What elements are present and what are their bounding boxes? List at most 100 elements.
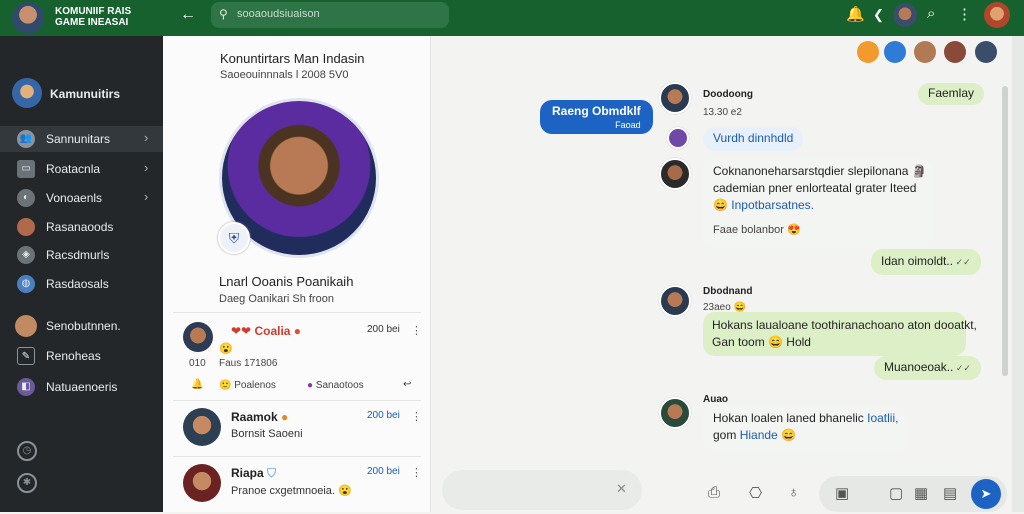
share-icon[interactable]: ❮ xyxy=(873,7,884,23)
message-text: Hokan loalen laned bhanelic Ioatlii, xyxy=(713,410,898,427)
message-text: Hokans laualoane toothiranachoano aton d… xyxy=(712,318,977,332)
more-icon[interactable]: ⋮ xyxy=(411,466,422,479)
message-bubble[interactable]: Muanoeoak.. ✓✓ xyxy=(874,356,981,380)
bell-icon[interactable]: 🔔 xyxy=(846,5,865,23)
camera-icon[interactable]: ⎔ xyxy=(749,484,762,502)
message-sender: Doodoong xyxy=(703,89,753,100)
conversation-name-text: Riapa xyxy=(231,466,264,480)
reply-icon[interactable]: ↩ xyxy=(403,379,411,390)
message-time: Faoad xyxy=(615,120,641,130)
send-button[interactable]: ➤ xyxy=(971,479,1001,509)
conversation-item[interactable]: Riapa ⛉ 200 bei ⋮ Pranoe cxgetmnoeia. 😮 xyxy=(183,464,423,514)
avatar-icon xyxy=(15,315,37,337)
message-bubble[interactable]: Hokans laualoane toothiranachoano aton d… xyxy=(703,312,977,356)
verified-icon: ⛉ xyxy=(263,466,277,480)
sidebar-item-1[interactable]: ▭ Roatacnla › xyxy=(0,156,163,182)
sidebar-item-8[interactable]: ◧ Natuaenoeris xyxy=(0,374,163,400)
avatar xyxy=(183,464,221,502)
brand-title-line2: GAME INEASAI xyxy=(55,17,129,28)
message-bubble[interactable]: Idan oimoldt.. ✓✓ xyxy=(871,249,981,275)
message-text: Muanoeoak.. xyxy=(884,360,954,374)
message-text: Idan oimoldt.. xyxy=(881,254,954,268)
microphone-icon[interactable]: ♁ xyxy=(788,484,799,501)
close-icon[interactable]: ✕ xyxy=(616,481,627,497)
reaction-icon[interactable] xyxy=(667,127,689,149)
message-sender: Auao xyxy=(703,394,728,405)
people-icon: 👥 xyxy=(17,130,35,148)
message-bubble[interactable]: Hokan loalen laned bhanelic Ioatlii, gom… xyxy=(703,406,908,452)
game-badge-icon[interactable]: ⛨ xyxy=(218,222,250,254)
message-text: Gan toom 😄 Hold xyxy=(712,335,811,349)
attach-icon[interactable]: ⎙ xyxy=(708,484,720,501)
scrollbar[interactable] xyxy=(1002,86,1008,376)
more-icon[interactable]: ⋮ xyxy=(411,410,422,423)
sidebar-item-2[interactable]: ◐ Vonoaenls › xyxy=(0,185,163,211)
message-bubble[interactable]: Raeng Obmdklf Faoad xyxy=(540,100,653,134)
image-icon[interactable]: ▦ xyxy=(914,484,928,502)
emoji-icon: 🙂 xyxy=(219,380,235,391)
conversation-name: Raamok ● xyxy=(231,410,288,424)
more-icon[interactable]: ⋮ xyxy=(957,5,972,23)
header-avatar-5[interactable] xyxy=(975,41,997,63)
share-button[interactable]: ● Sanaotoos xyxy=(307,380,364,391)
conversation-preview: 😮 xyxy=(219,343,233,355)
chevron-right-icon: › xyxy=(144,130,149,145)
message-bubble[interactable]: Vurdh dinnhdld xyxy=(703,127,804,151)
message-bubble[interactable]: Faemlay xyxy=(918,83,985,105)
read-check-icon: ✓✓ xyxy=(953,363,971,373)
message-input[interactable]: ✕ xyxy=(442,470,642,510)
read-check-icon: ✓✓ xyxy=(953,257,971,267)
emoji-icon: 😄 xyxy=(777,428,796,442)
settings-icon[interactable]: ✱ xyxy=(17,473,37,493)
message-bubble[interactable]: Coknanoneharsarstqdier slepilonana 🗿 cad… xyxy=(703,158,933,248)
page-subtitle: Saoeouinnnals l 2008 5V0 xyxy=(220,69,349,81)
message-time: 13.30 e2 xyxy=(703,107,742,118)
avatar[interactable] xyxy=(659,285,691,317)
header-avatar-3[interactable] xyxy=(914,41,936,63)
conversation-item[interactable]: Raamok ● 200 bei ⋮ Bornsit Saoeni xyxy=(183,408,423,458)
search-icon[interactable]: ⌕ xyxy=(927,5,935,22)
sidebar-item-7[interactable]: ✎ Renoheas xyxy=(0,343,163,369)
calendar-icon[interactable]: ▤ xyxy=(943,484,957,502)
sidebar-item-6[interactable]: Senobutnnen. xyxy=(0,313,163,339)
message-text: cademian pner enlorteatal grater Iteed xyxy=(713,181,917,195)
avatar[interactable] xyxy=(659,397,691,429)
message-link[interactable]: Ioatlii, xyxy=(867,411,898,425)
chevron-right-icon: › xyxy=(144,189,149,204)
sidebar-item-0[interactable]: 👥 Sannunitars › xyxy=(0,126,163,152)
profile-avatar[interactable] xyxy=(984,2,1010,28)
avatar[interactable] xyxy=(659,158,691,190)
user-avatar[interactable] xyxy=(893,3,917,27)
profile-name: Lnarl Ooanis Poanikaih xyxy=(219,274,354,289)
gif-icon[interactable]: ▣ xyxy=(835,484,849,502)
bell-icon[interactable]: 🔔 xyxy=(191,379,203,390)
conversation-meta: Faus 171806 xyxy=(219,358,278,369)
sidebar-item-label: Renoheas xyxy=(46,349,101,363)
more-icon[interactable]: ⋮ xyxy=(411,324,422,337)
message-text: Vurdh dinnhdld xyxy=(713,131,794,145)
divider xyxy=(173,312,421,313)
back-arrow-icon[interactable]: ← xyxy=(180,6,196,24)
message-text-part: gom xyxy=(713,428,737,442)
header-avatar-1[interactable] xyxy=(857,41,879,63)
sticker-icon[interactable]: ▢ xyxy=(889,484,903,502)
sidebar-item-label: Rasanaoods xyxy=(46,220,114,234)
clock-icon[interactable]: ◷ xyxy=(17,441,37,461)
emoji-icon: ● xyxy=(277,410,289,424)
brand-avatar[interactable] xyxy=(12,2,44,34)
sidebar-item-4[interactable]: ◈ Racsdmurls xyxy=(0,242,163,268)
emoji-icon: 😄 xyxy=(713,198,732,212)
message-text-part: Hokan loalen laned bhanelic xyxy=(713,411,864,425)
header-avatar-4[interactable] xyxy=(944,41,966,63)
message-link[interactable]: Hiande xyxy=(740,428,778,442)
share-label: Sanaotoos xyxy=(315,380,364,391)
header-avatar-2[interactable] xyxy=(884,41,906,63)
avatar[interactable] xyxy=(659,82,691,114)
search-icon: ⚲ xyxy=(219,7,228,21)
message-link[interactable]: Inpotbarsatnes. xyxy=(731,198,814,212)
sidebar-item-5[interactable]: ◍ Rasdaosals xyxy=(0,271,163,297)
sidebar-item-3[interactable]: Rasanaoods xyxy=(0,214,163,240)
search-input[interactable]: ⚲ sooaoudsiuaison xyxy=(211,2,449,28)
edit-icon: ✎ xyxy=(17,347,35,365)
reaction-button[interactable]: 🙂 Poalenos xyxy=(219,380,276,391)
